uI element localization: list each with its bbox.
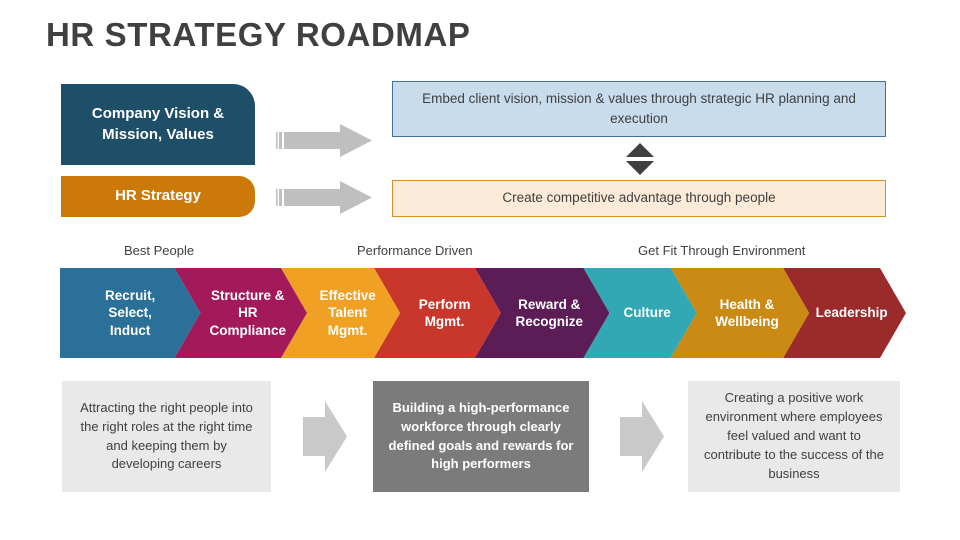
description-box: Attracting the right people into the rig…: [62, 381, 271, 492]
chevron-step[interactable]: Recruit, Select, Induct: [60, 268, 201, 358]
chevron-step-label: Leadership: [815, 305, 888, 321]
company-vision-block: Company Vision & Mission, Values: [61, 84, 255, 165]
chevron-step-label: Health & Wellbeing: [715, 296, 779, 329]
category-label-get-fit-through-environment: Get Fit Through Environment: [638, 243, 806, 258]
vision-statement-box: Embed client vision, mission & values th…: [392, 81, 886, 137]
strategy-statement-box: Create competitive advantage through peo…: [392, 180, 886, 217]
chevron-step-label: Perform Mgmt.: [418, 296, 471, 329]
up-down-triangles-icon: [626, 143, 654, 175]
right-arrow-icon: [276, 124, 372, 157]
hr-strategy-block: HR Strategy: [61, 176, 255, 217]
chevron-step-label: Effective Talent Mgmt.: [319, 288, 376, 338]
right-arrow-icon: [276, 181, 372, 214]
chevron-step-label: Reward & Recognize: [515, 296, 584, 329]
right-arrow-icon: [303, 401, 347, 472]
category-label-performance-driven: Performance Driven: [357, 243, 473, 258]
description-box: Creating a positive work environment whe…: [688, 381, 900, 492]
chevron-step-label: Recruit, Select, Induct: [105, 288, 156, 338]
description-box: Building a high-performance workforce th…: [373, 381, 589, 492]
category-label-best-people: Best People: [124, 243, 195, 258]
chevron-process-band: Recruit, Select, Induct Structure & HR Co…: [60, 268, 906, 358]
right-arrow-icon: [620, 401, 664, 472]
page-title: HR STRATEGY ROADMAP: [46, 16, 471, 53]
chevron-step-label: Structure & HR Compliance: [209, 288, 287, 338]
chevron-step-label: Culture: [623, 305, 671, 321]
